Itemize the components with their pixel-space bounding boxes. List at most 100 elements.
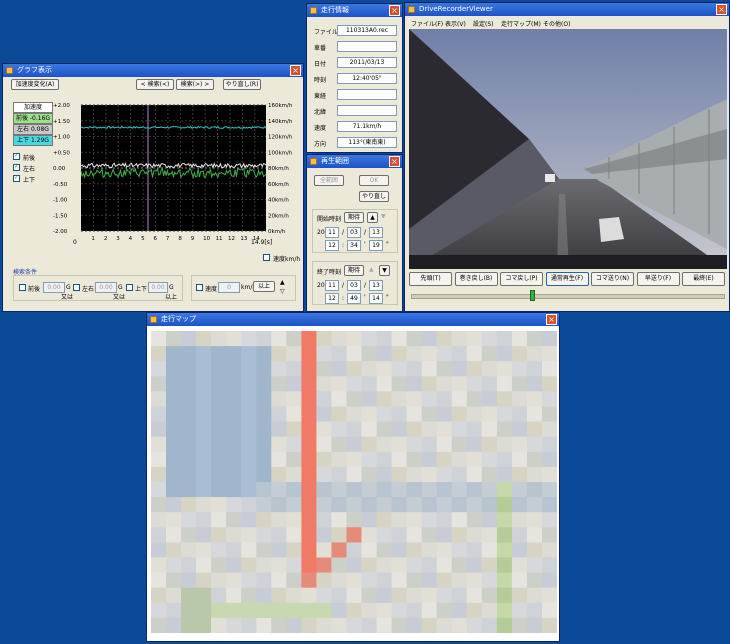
cond-ud-check[interactable] (126, 284, 133, 291)
above-button[interactable]: 以上 (253, 281, 275, 292)
close-icon[interactable]: × (389, 5, 400, 16)
start-up-button[interactable]: ▲ (367, 212, 378, 223)
seek-track[interactable] (411, 294, 725, 299)
close-icon[interactable]: × (290, 65, 301, 76)
cond-speed-input[interactable]: 0 (218, 282, 240, 293)
menu-item[interactable]: ファイル(F) (411, 19, 443, 28)
playback-button[interactable]: コマ戻し(P) (500, 272, 543, 286)
map-tile (496, 466, 513, 483)
end-period-button[interactable]: 期待 (344, 265, 364, 276)
map-tile (166, 331, 182, 347)
menu-item[interactable]: 設定(S) (473, 19, 494, 28)
accel-change-button[interactable]: 加速度変化(A) (11, 79, 59, 90)
map-tile (436, 421, 453, 438)
playback-button[interactable]: 先頭(T) (409, 272, 452, 286)
down-arrow-icon[interactable]: ▽ (280, 288, 285, 295)
range-titlebar[interactable]: 再生範囲 × (307, 155, 402, 168)
map-tile (226, 391, 242, 407)
end-year[interactable]: 11 (325, 280, 339, 291)
map-tile (181, 482, 197, 498)
playback-button[interactable]: 最終(E) (682, 272, 725, 286)
check-ud[interactable] (13, 174, 20, 182)
map-tile (241, 466, 257, 483)
map-tile (181, 346, 197, 362)
close-icon[interactable]: × (389, 156, 400, 167)
end-hour[interactable]: 12 (325, 293, 339, 304)
speed-check[interactable] (263, 254, 270, 261)
map-tile (436, 376, 453, 392)
start-down-arrow-icon[interactable]: ▼ (381, 213, 386, 220)
close-icon[interactable]: × (546, 314, 557, 325)
map-tile (511, 527, 528, 543)
map-tile (406, 527, 423, 543)
map-tile (466, 376, 483, 392)
search-prev-button[interactable]: < 検索(<) (136, 79, 174, 90)
map-tile (241, 602, 257, 619)
x-tick: 10 (203, 236, 210, 242)
map-tile (466, 346, 483, 362)
playback-button[interactable]: 巻き戻し(B) (454, 272, 498, 286)
check-fb[interactable] (13, 152, 20, 160)
cond-lr-check[interactable] (73, 284, 80, 291)
seek-thumb[interactable] (529, 290, 535, 301)
search-next-button[interactable]: 検索(>) > (176, 79, 214, 90)
map-tile (166, 572, 182, 589)
info-value: 113°(東南東) (337, 137, 397, 148)
map-tile (166, 406, 182, 423)
range-redo-button[interactable]: やり直し (359, 191, 389, 202)
map-tile (166, 587, 182, 604)
cond-speed-check[interactable] (196, 284, 203, 291)
map-tile (331, 406, 347, 423)
close-icon[interactable]: × (716, 4, 727, 15)
info-value: 71.1km/h (337, 121, 397, 132)
end-minute[interactable]: 49 (347, 293, 361, 304)
map-tile (481, 391, 498, 407)
map-tile (331, 527, 347, 543)
all-range-button[interactable]: 全範囲 (314, 175, 344, 186)
cond-fb-check[interactable] (19, 284, 26, 291)
menu-item[interactable]: その他(O) (543, 19, 570, 28)
map-tile (361, 361, 377, 377)
map-tile (256, 361, 272, 377)
start-period-button[interactable]: 期待 (344, 212, 364, 223)
map-tile (421, 391, 438, 407)
map-tile (542, 406, 557, 423)
start-month[interactable]: 03 (347, 227, 361, 238)
start-hour[interactable]: 12 (325, 240, 339, 251)
end-down-button[interactable]: ▼ (379, 265, 390, 276)
playback-button[interactable]: 早送り(F) (636, 272, 680, 286)
map-titlebar[interactable]: 走行マップ × (147, 313, 559, 326)
end-day[interactable]: 13 (369, 280, 383, 291)
redo-button[interactable]: やり直し(R) (223, 79, 261, 90)
check-lr[interactable] (13, 163, 20, 171)
map-tile (211, 451, 227, 468)
map-tile (151, 466, 167, 483)
map-tile (331, 331, 347, 347)
map-tile (361, 572, 377, 589)
map-tile (436, 572, 453, 589)
info-titlebar[interactable]: 走行情報 × (307, 4, 402, 17)
route-map[interactable] (151, 331, 557, 633)
start-year[interactable]: 11 (325, 227, 339, 238)
map-tile (181, 572, 197, 589)
map-tile (316, 572, 332, 589)
map-tile (316, 451, 332, 468)
graph-titlebar[interactable]: グラフ表示 × (3, 64, 303, 77)
start-second[interactable]: 19 (369, 240, 383, 251)
viewer-titlebar[interactable]: DriveRecorderViewer × (405, 3, 729, 16)
ok-button[interactable]: OK (359, 175, 389, 186)
playback-button[interactable]: コマ送り(N) (591, 272, 634, 286)
map-tile (241, 451, 257, 468)
end-month[interactable]: 03 (347, 280, 361, 291)
start-day[interactable]: 13 (369, 227, 383, 238)
playback-button[interactable]: 通常再生(F) (545, 272, 589, 286)
map-tile (196, 512, 212, 528)
map-tile (166, 602, 182, 619)
start-quote: ' (364, 241, 366, 248)
menu-item[interactable]: 走行マップ(M) (501, 19, 541, 28)
up-arrow-icon[interactable]: ▲ (280, 279, 285, 286)
menu-item[interactable]: 表示(V) (445, 19, 466, 28)
end-second[interactable]: 14 (369, 293, 383, 304)
start-minute[interactable]: 34 (347, 240, 361, 251)
end-up-arrow-icon[interactable]: ▲ (369, 266, 374, 273)
